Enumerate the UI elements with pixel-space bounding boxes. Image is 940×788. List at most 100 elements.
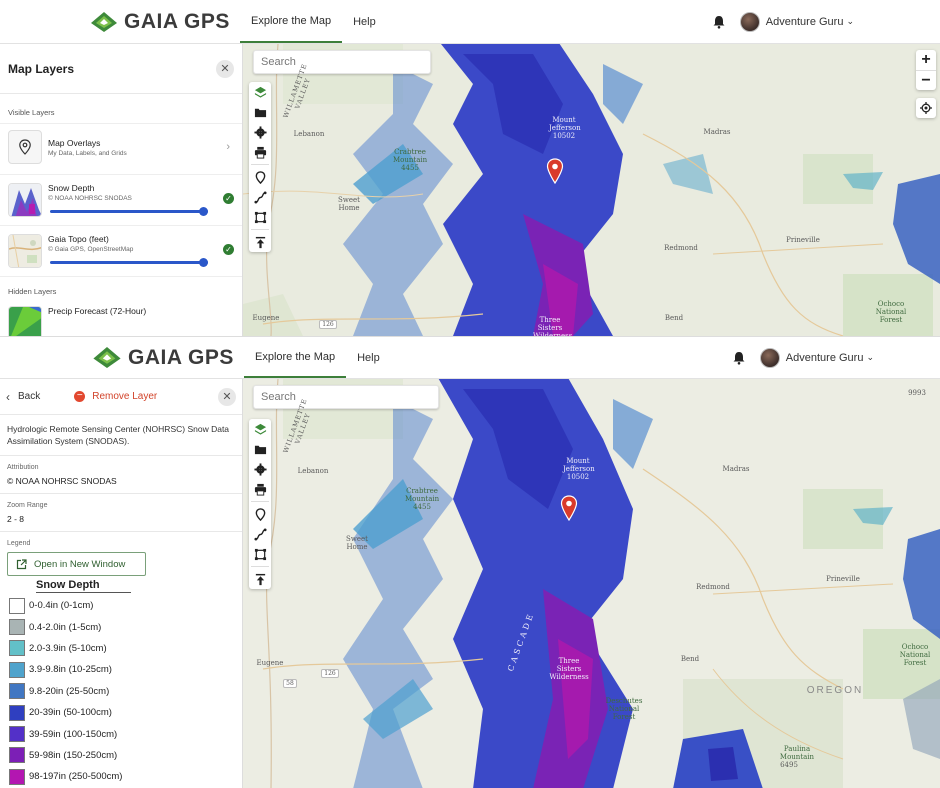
gaia-logo[interactable]: GAIA GPS: [92, 346, 242, 370]
upload-button[interactable]: [249, 232, 271, 252]
upload-button[interactable]: [249, 569, 271, 589]
opacity-slider[interactable]: [48, 258, 208, 267]
toolbar-divider: [251, 164, 269, 165]
main-nav: Explore the Map Help: [240, 0, 387, 43]
panel-header: Map Layers ✕: [0, 44, 242, 94]
label-ochoco: Ochoco National Forest: [899, 643, 931, 667]
route-icon: [253, 527, 267, 541]
map-pin-icon[interactable]: [546, 158, 564, 184]
snow-depth-thumbnail: [8, 183, 42, 217]
add-waypoint-button[interactable]: [249, 504, 271, 524]
print-icon: [254, 483, 266, 496]
close-icon: ✕: [222, 391, 232, 403]
label-three-sisters: Three Sisters Wilderness: [549, 657, 589, 681]
label-lebanon: Lebanon: [297, 467, 329, 475]
slider-track: [50, 210, 208, 213]
label-sweet-home: Sweet Home: [338, 196, 360, 212]
layer-row-precip-forecast[interactable]: Precip Forecast (72-Hour): [0, 302, 242, 336]
zoom-range-label: Zoom Range: [7, 502, 48, 509]
legend-swatch: [9, 704, 25, 721]
label-eugene: Eugene: [252, 314, 280, 322]
saved-items-button[interactable]: [249, 102, 271, 122]
layers-icon: [254, 423, 266, 435]
map-canvas: [243, 44, 940, 336]
user-name[interactable]: Adventure Guru: [786, 352, 864, 364]
settings-button[interactable]: [249, 122, 271, 142]
nav-explore-map[interactable]: Explore the Map: [240, 0, 343, 43]
user-name[interactable]: Adventure Guru: [766, 16, 844, 28]
settings-button[interactable]: [249, 459, 271, 479]
draw-route-button[interactable]: [249, 524, 271, 544]
draw-area-button[interactable]: [249, 544, 271, 564]
visible-check-icon[interactable]: ✓: [223, 244, 234, 255]
chevron-down-icon[interactable]: ⌄: [846, 16, 854, 27]
slider-handle[interactable]: [199, 258, 208, 267]
avatar[interactable]: [759, 347, 780, 368]
layer-row-snow-depth[interactable]: Snow Depth © NOAA NOHRSC SNODAS ✓: [0, 174, 242, 225]
close-button[interactable]: ✕: [218, 387, 236, 406]
minus-circle-icon: −: [74, 391, 86, 402]
legend-swatch: [9, 661, 25, 678]
layer-description: Hydrologic Remote Sensing Center (NOHRSC…: [0, 415, 242, 456]
search-input[interactable]: Search: [253, 50, 431, 74]
bell-icon[interactable]: [732, 351, 746, 365]
zoom-in-button[interactable]: +: [916, 50, 936, 70]
legend-item: 0-0.4in (0-1cm): [7, 595, 235, 616]
layers-button[interactable]: [249, 419, 271, 439]
slider-handle[interactable]: [199, 207, 208, 216]
opacity-slider[interactable]: [48, 207, 208, 216]
print-button[interactable]: [249, 479, 271, 499]
route-icon: [253, 190, 267, 204]
legend-list: 0-0.4in (0-1cm) 0.4-2.0in (1-5cm) 2.0-3.9i…: [7, 595, 235, 788]
back-label: Back: [18, 391, 41, 402]
top-navbar: GAIA GPS Explore the Map Help Adventure …: [0, 0, 940, 44]
visible-check-icon[interactable]: ✓: [223, 193, 234, 204]
map-view[interactable]: Search + − Mount Jefferson 10502 WILLAME…: [243, 44, 940, 336]
gaia-logo-icon: [91, 11, 117, 32]
nav-explore-map[interactable]: Explore the Map: [244, 337, 347, 378]
avatar[interactable]: [739, 11, 760, 32]
remove-layer-button[interactable]: − Remove Layer: [74, 391, 157, 402]
layer-row-gaia-topo[interactable]: Gaia Topo (feet) © Gaia GPS, OpenStreetM…: [0, 225, 242, 276]
nav-help[interactable]: Help: [342, 0, 387, 43]
nav-help[interactable]: Help: [346, 337, 391, 378]
legend-item: 20-39in (50-100cm): [7, 702, 235, 723]
print-button[interactable]: [249, 142, 271, 162]
legend-swatch: [9, 640, 25, 657]
legend-item: 59-98in (150-250cm): [7, 745, 235, 766]
layers-button[interactable]: [249, 82, 271, 102]
chevron-down-icon[interactable]: ⌄: [866, 352, 874, 363]
add-waypoint-button[interactable]: [249, 167, 271, 187]
locate-button[interactable]: [916, 98, 936, 118]
gaia-logo-icon: [93, 347, 121, 368]
map-overlays-row[interactable]: Map Overlays My Data, Labels, and Grids …: [0, 123, 242, 174]
draw-area-button[interactable]: [249, 207, 271, 227]
highway-shield: 126: [319, 320, 337, 329]
map-pin-icon[interactable]: [560, 495, 578, 521]
close-button[interactable]: ✕: [216, 59, 234, 78]
remove-label: Remove Layer: [92, 391, 158, 402]
search-input[interactable]: Search: [253, 385, 439, 409]
bell-icon[interactable]: [712, 15, 726, 29]
zoom-range-section: Zoom Range 2 - 8: [0, 494, 242, 532]
legend-swatch: [9, 619, 25, 636]
overlays-thumbnail: [8, 130, 42, 164]
layer-source: © NOAA NOHRSC SNODAS: [48, 195, 132, 202]
zoom-out-button[interactable]: −: [916, 70, 936, 90]
hidden-layers-heading: Hidden Layers: [0, 276, 242, 302]
open-new-window-button[interactable]: Open in New Window: [7, 552, 146, 576]
draw-route-button[interactable]: [249, 187, 271, 207]
attribution-section: Attribution © NOAA NOHRSC SNODAS: [0, 456, 242, 494]
map-view[interactable]: Search Mount Jefferson 10502 WILLAMETTE …: [243, 379, 940, 788]
saved-items-button[interactable]: [249, 439, 271, 459]
location-pin-icon: [19, 139, 31, 155]
zoom-range-value: 2 - 8: [7, 514, 25, 524]
label-paulina: Paulina Mountain: [779, 745, 815, 761]
top-navbar: GAIA GPS Explore the Map Help Adventure …: [0, 337, 940, 379]
toolbar-divider: [251, 566, 269, 567]
layer-details-panel: ‹ Back − Remove Layer ✕ Hydrologic Remote …: [0, 379, 243, 788]
back-button[interactable]: ‹ Back: [6, 390, 40, 404]
legend-label: 0-0.4in (0-1cm): [29, 600, 94, 612]
gaia-logo[interactable]: GAIA GPS: [90, 10, 238, 34]
gear-icon: [253, 462, 267, 476]
